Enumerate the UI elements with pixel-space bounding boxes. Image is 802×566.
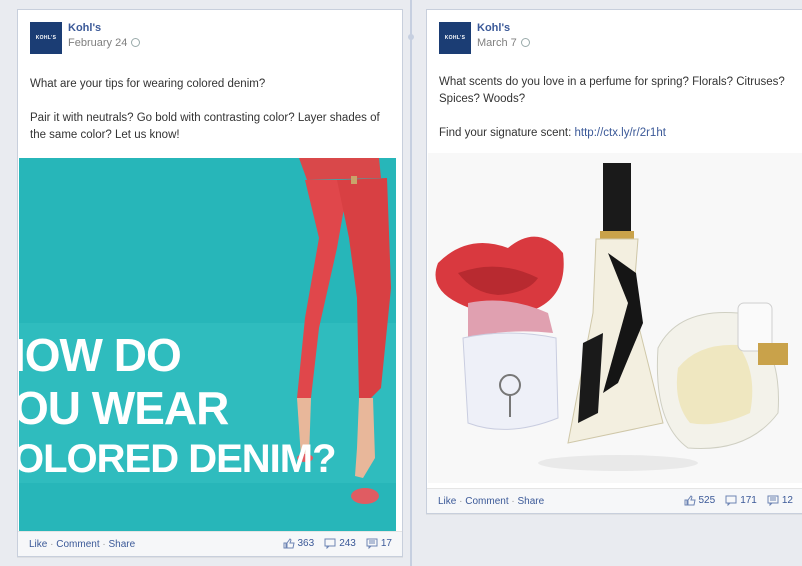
post-date[interactable]: March 7 — [477, 37, 517, 49]
post-paragraph: What scents do you love in a perfume for… — [439, 76, 785, 105]
thumbs-up-icon — [283, 538, 295, 549]
photo-text-line: IOW DO — [19, 329, 182, 381]
globe-icon — [131, 38, 141, 47]
like-count[interactable]: 363 — [283, 538, 314, 549]
signature-scent-link[interactable]: http://ctx.ly/r/2r1ht — [575, 127, 666, 139]
comment-link[interactable]: Comment — [56, 539, 99, 550]
photo-text-line: OLORED DENIM? — [19, 437, 337, 481]
post-card-colored-denim: KOHL'S Kohl's February 24 What are your … — [17, 9, 403, 557]
share-icon — [366, 538, 378, 549]
post-link-paragraph: Find your signature scent: http://ctx.ly… — [439, 127, 666, 139]
photo-text-line: OU WEAR — [19, 382, 229, 434]
author-name[interactable]: Kohl's — [477, 22, 530, 34]
share-count[interactable]: 17 — [366, 538, 392, 549]
like-link[interactable]: Like — [29, 539, 47, 550]
post-photo-perfume[interactable] — [428, 153, 802, 483]
comment-icon — [324, 538, 336, 549]
post-photo-colored-denim[interactable]: IOW DO OU WEAR OLORED DENIM? — [19, 158, 396, 532]
share-link[interactable]: Share — [109, 539, 136, 550]
timeline-spine — [410, 0, 412, 566]
kohls-logo[interactable]: KOHL'S — [30, 22, 62, 54]
post-header: KOHL'S Kohl's February 24 — [30, 22, 141, 56]
comment-count[interactable]: 243 — [324, 538, 356, 549]
post-text: What scents do you love in a perfume for… — [439, 74, 793, 142]
comment-icon — [725, 495, 737, 506]
like-link[interactable]: Like — [438, 496, 456, 507]
like-count[interactable]: 525 — [684, 495, 715, 506]
globe-icon — [520, 38, 530, 47]
share-count[interactable]: 12 — [767, 495, 793, 506]
post-header: KOHL'S Kohl's March 7 — [439, 22, 530, 56]
comment-link[interactable]: Comment — [465, 496, 508, 507]
post-paragraph: Pair it with neutrals? Go bold with cont… — [30, 112, 380, 141]
post-date[interactable]: February 24 — [68, 37, 127, 49]
share-link[interactable]: Share — [518, 496, 545, 507]
share-icon — [767, 495, 779, 506]
post-paragraph: What are your tips for wearing colored d… — [30, 78, 266, 90]
comment-count[interactable]: 171 — [725, 495, 757, 506]
thumbs-up-icon — [684, 495, 696, 506]
post-footer: Like · Comment · Share 525 171 12 — [427, 488, 802, 513]
timeline-connector-icon — [408, 34, 414, 40]
post-text: What are your tips for wearing colored d… — [30, 76, 392, 144]
kohls-logo[interactable]: KOHL'S — [439, 22, 471, 54]
post-footer: Like · Comment · Share 363 243 17 — [18, 531, 402, 556]
post-card-perfume: KOHL'S Kohl's March 7 What scents do you… — [426, 9, 802, 514]
perfume-bottles-illustration — [428, 153, 802, 483]
author-name[interactable]: Kohl's — [68, 22, 140, 34]
